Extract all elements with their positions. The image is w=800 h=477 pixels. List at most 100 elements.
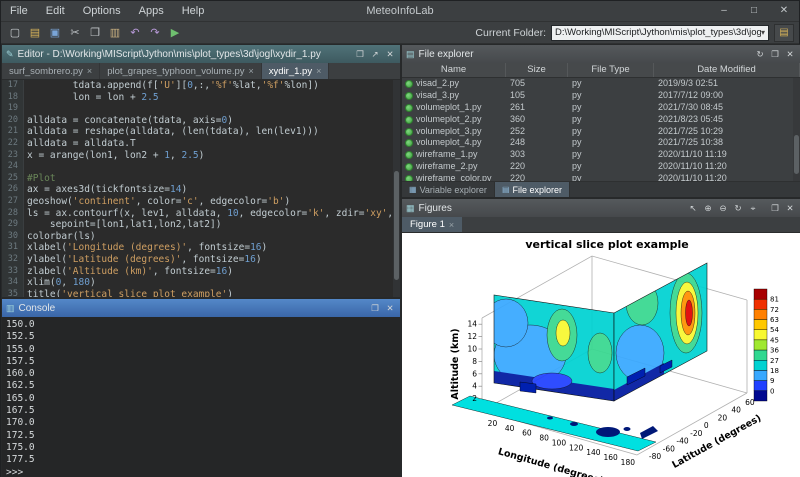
console-panel: ▥ Console ❐✕ 150.0152.5155.0157.5160.016… <box>1 298 401 477</box>
figure-tab[interactable]: Figure 1 × <box>402 217 462 232</box>
close-panel-icon[interactable]: ✕ <box>384 49 396 60</box>
refresh-icon[interactable]: ↻ <box>754 49 766 60</box>
console-output[interactable]: 150.0152.5155.0157.5160.0162.5165.0167.5… <box>2 317 400 477</box>
code-line[interactable]: 27geoshow('continent', color='c', edgeco… <box>2 196 393 208</box>
code-text: alldata = concatenate(tdata, axis=0) <box>24 115 233 127</box>
figure-canvas[interactable]: vertical slice plot example <box>402 233 800 477</box>
console-line: 157.5 <box>6 356 400 368</box>
code-line[interactable]: 29 sepoint=[lon1,lat1,lon2,lat2]) <box>2 219 393 231</box>
code-line[interactable]: 21alldata = reshape(alldata, (len(tdata)… <box>2 126 393 138</box>
table-row[interactable]: volumeplot_3.py252py2021/7/25 10:29 <box>402 126 793 138</box>
menu-apps[interactable]: Apps <box>130 1 173 21</box>
paste-icon[interactable]: ▥ <box>106 24 124 42</box>
file-size-cell: 303 <box>506 149 568 161</box>
cut-icon[interactable]: ✂ <box>66 24 84 42</box>
code-line[interactable]: 23x = arange(lon1, lon2 + 1, 2.5) <box>2 150 393 162</box>
copy-icon[interactable]: ❐ <box>86 24 104 42</box>
code-line[interactable]: 18 lon = lon + 2.5 <box>2 92 393 104</box>
code-line[interactable]: 35title('vertical slice plot example') <box>2 289 393 297</box>
file-table-scrollbar[interactable] <box>793 78 800 181</box>
code-line[interactable]: 22alldata = alldata.T <box>2 138 393 150</box>
undo-icon[interactable]: ↶ <box>126 24 144 42</box>
redo-icon[interactable]: ↷ <box>146 24 164 42</box>
code-line[interactable]: 26ax = axes3d(tickfontsize=14) <box>2 184 393 196</box>
maximize-panel-icon[interactable]: ↗ <box>369 49 381 60</box>
scrollbar-thumb[interactable] <box>394 171 399 280</box>
code-line[interactable]: 28ls = ax.contourf(x, lev1, alldata, 10,… <box>2 208 393 220</box>
file-type-cell: py <box>568 126 654 138</box>
tab-close-icon[interactable]: × <box>316 66 321 76</box>
file-type-cell: py <box>568 90 654 102</box>
code-line[interactable]: 34xlim(0, 180) <box>2 277 393 289</box>
code-line[interactable]: 20alldata = concatenate(tdata, axis=0) <box>2 115 393 127</box>
menu-file[interactable]: File <box>1 1 37 21</box>
save-icon[interactable]: ▣ <box>46 24 64 42</box>
code-line[interactable]: 33zlabel('Altitude (km)', fontsize=16) <box>2 266 393 278</box>
float-panel-icon[interactable]: ❐ <box>354 49 366 60</box>
code-line[interactable]: 17 tdata.append(f['U'][0,:,'%f'%lat,'%f'… <box>2 80 393 92</box>
float-panel-icon[interactable]: ❐ <box>769 203 781 214</box>
column-header-size[interactable]: Size <box>506 63 568 77</box>
full-extent-icon[interactable]: ⌖ <box>747 203 759 214</box>
float-panel-icon[interactable]: ❐ <box>369 303 381 314</box>
new-file-icon[interactable]: ▢ <box>6 24 24 42</box>
editor-tab[interactable]: surf_sombrero.py× <box>2 63 100 79</box>
menu-help[interactable]: Help <box>173 1 214 21</box>
table-row[interactable]: volumeplot_1.py261py2021/7/30 08:45 <box>402 102 793 114</box>
code-text <box>24 103 33 115</box>
tab-close-icon[interactable]: × <box>87 66 92 76</box>
editor-panel-header: ✎ Editor - D:\Working\MIScript\Jython\mi… <box>2 45 400 63</box>
close-panel-icon[interactable]: ✕ <box>784 49 796 60</box>
open-folder-icon[interactable]: ▤ <box>26 24 44 42</box>
close-button[interactable]: ✕ <box>769 1 799 21</box>
run-icon[interactable]: ▶ <box>166 24 184 42</box>
column-header-date-modified[interactable]: Date Modified <box>654 63 800 77</box>
select-arrow-icon[interactable]: ↖ <box>687 203 699 214</box>
table-row[interactable]: visad_2.py705py2019/9/3 02:51 <box>402 78 793 90</box>
menu-edit[interactable]: Edit <box>37 1 74 21</box>
maximize-button[interactable]: □ <box>739 1 769 21</box>
file-explorer-panel-header: ▤ File explorer ↻❐✕ <box>402 45 800 63</box>
current-folder-combobox[interactable]: D:\Working\MIScript\Jython\mis\plot_type… <box>551 25 769 41</box>
console-prompt[interactable]: >>> <box>6 467 400 477</box>
code-area[interactable]: 17 tdata.append(f['U'][0,:,'%f'%lat,'%f'… <box>2 80 393 297</box>
console-panel-header: ▥ Console ❐✕ <box>2 299 400 317</box>
chevron-down-icon[interactable]: ▾ <box>761 28 765 37</box>
zoom-in-icon[interactable]: ⊕ <box>702 203 714 214</box>
editor-scrollbar[interactable] <box>393 80 400 297</box>
editor-tab[interactable]: plot_grapes_typhoon_volume.py× <box>100 63 262 79</box>
main-toolbar: ▢▤▣✂❐▥↶↷▶ Current Folder: D:\Working\MIS… <box>1 22 799 44</box>
explorer-tab-variable-explorer[interactable]: ▦Variable explorer <box>402 182 495 197</box>
explorer-tab-file-explorer[interactable]: ▤File explorer <box>495 182 570 197</box>
code-line[interactable]: 30colorbar(ls) <box>2 231 393 243</box>
code-line[interactable]: 31xlabel('Longitude (degrees)', fontsize… <box>2 242 393 254</box>
column-header-file-type[interactable]: File Type <box>568 63 654 77</box>
svg-text:40: 40 <box>505 424 515 433</box>
close-panel-icon[interactable]: ✕ <box>784 203 796 214</box>
table-row[interactable]: volumeplot_2.py360py2021/8/23 05:45 <box>402 114 793 126</box>
table-row[interactable]: wireframe_2.py220py2020/11/10 11:20 <box>402 161 793 173</box>
minimize-button[interactable]: – <box>709 1 739 21</box>
table-row[interactable]: wireframe_1.py303py2020/11/10 11:19 <box>402 149 793 161</box>
tab-close-icon[interactable]: × <box>249 66 254 76</box>
table-row[interactable]: wireframe_color.py220py2020/11/10 11:20 <box>402 173 793 181</box>
figures-panel-buttons: ❐✕ <box>769 203 796 214</box>
console-line: 167.5 <box>6 405 400 417</box>
column-header-name[interactable]: Name <box>402 63 506 77</box>
close-panel-icon[interactable]: ✕ <box>384 303 396 314</box>
editor-tab[interactable]: xydir_1.py× <box>262 63 330 79</box>
scrollbar-thumb[interactable] <box>794 135 799 174</box>
table-row[interactable]: volumeplot_4.py248py2021/7/25 10:38 <box>402 137 793 149</box>
float-panel-icon[interactable]: ❐ <box>769 49 781 60</box>
browse-folder-button[interactable]: ▤ <box>774 24 794 42</box>
tab-close-icon[interactable]: × <box>449 220 454 230</box>
console-panel-buttons: ❐✕ <box>369 303 396 314</box>
rotate-icon[interactable]: ↻ <box>732 203 744 214</box>
table-row[interactable]: visad_3.py105py2017/7/12 09:00 <box>402 90 793 102</box>
code-line[interactable]: 19 <box>2 103 393 115</box>
code-line[interactable]: 32ylabel('Latitude (degrees)', fontsize=… <box>2 254 393 266</box>
menu-options[interactable]: Options <box>74 1 130 21</box>
code-line[interactable]: 24 <box>2 161 393 173</box>
zoom-out-icon[interactable]: ⊖ <box>717 203 729 214</box>
code-line[interactable]: 25#Plot <box>2 173 393 185</box>
